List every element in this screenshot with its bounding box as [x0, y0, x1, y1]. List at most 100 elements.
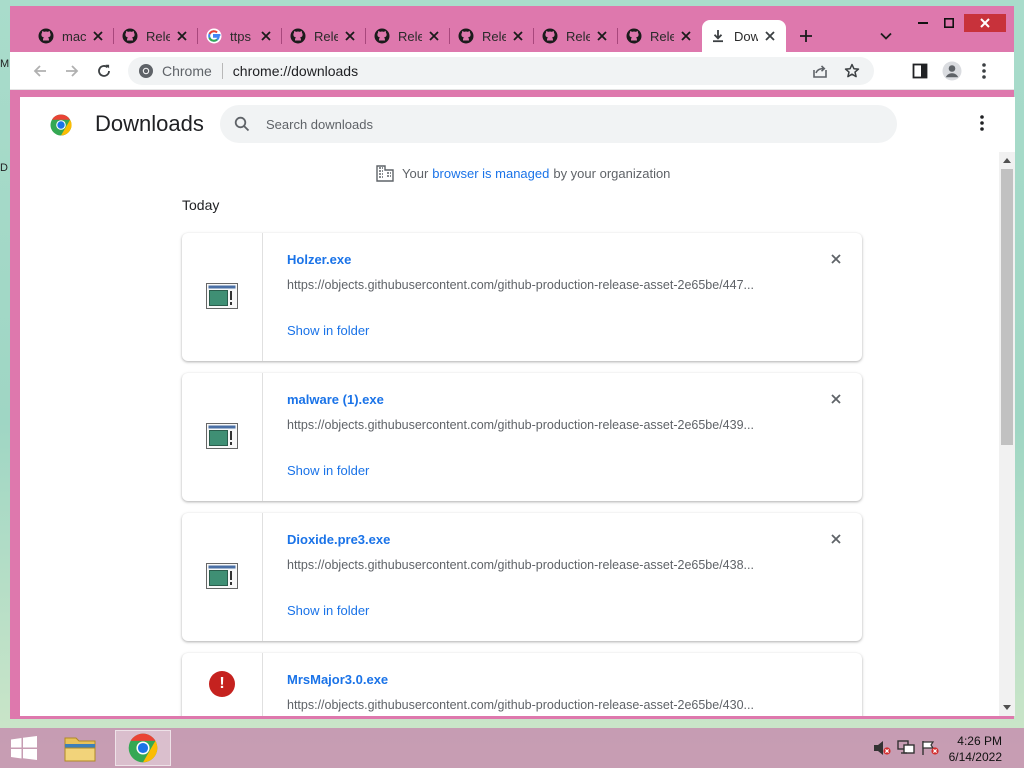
bookmark-star-button[interactable]	[842, 61, 862, 81]
omnibox[interactable]: Chrome chrome://downloads	[128, 57, 874, 85]
tab[interactable]: Rele	[618, 20, 702, 52]
share-icon	[813, 65, 827, 78]
windows-start-icon[interactable]	[10, 736, 38, 760]
windows-taskbar: 4:26 PM 6/14/2022	[0, 728, 1024, 768]
remove-from-list-button[interactable]	[828, 251, 844, 267]
close-icon[interactable]	[762, 28, 778, 44]
tab-search-button[interactable]	[876, 26, 896, 46]
share-button[interactable]	[810, 61, 830, 81]
executable-file-icon	[206, 283, 238, 309]
tab-label: Rele	[566, 28, 590, 44]
tab-label: Rele	[314, 28, 338, 44]
close-icon[interactable]	[510, 28, 526, 44]
tab[interactable]: Rele	[450, 20, 534, 52]
tab[interactable]: Rele	[534, 20, 618, 52]
forward-button[interactable]	[62, 61, 82, 81]
close-icon	[980, 18, 990, 28]
file-url[interactable]: https://objects.githubusercontent.com/gi…	[287, 278, 787, 292]
show-in-folder-link[interactable]: Show in folder	[287, 323, 369, 338]
reload-button[interactable]	[94, 61, 114, 81]
scroll-up-arrow-icon[interactable]	[1003, 158, 1011, 163]
tab-downloads-active[interactable]: Dow	[702, 20, 786, 52]
file-name-link[interactable]: Dioxide.pre3.exe	[287, 532, 390, 547]
file-url[interactable]: https://objects.githubusercontent.com/gi…	[287, 418, 787, 432]
chrome-menu-button[interactable]	[974, 61, 994, 81]
download-item: Holzer.exe https://objects.githubusercon…	[182, 233, 862, 361]
tab-label: ttps	[230, 28, 251, 44]
file-url[interactable]: https://objects.githubusercontent.com/gi…	[287, 698, 787, 712]
file-name-link[interactable]: Holzer.exe	[287, 252, 351, 267]
profile-button[interactable]	[942, 61, 962, 81]
address-text[interactable]: chrome://downloads	[233, 63, 358, 79]
managed-suffix: by your organization	[553, 165, 671, 181]
tab-label: Rele	[398, 28, 422, 44]
maximize-icon	[944, 18, 954, 28]
site-info-chip[interactable]: Chrome	[128, 63, 212, 79]
file-explorer-taskbar-button[interactable]	[52, 730, 108, 766]
tab[interactable]: Rele	[366, 20, 450, 52]
tab[interactable]: Rele	[114, 20, 198, 52]
downloads-menu-button[interactable]	[972, 113, 992, 133]
page-scrollbar[interactable]	[999, 152, 1015, 716]
file-url[interactable]: https://objects.githubusercontent.com/gi…	[287, 558, 787, 572]
download-item: Dioxide.pre3.exe https://objects.githubu…	[182, 513, 862, 641]
scrollbar-thumb[interactable]	[1001, 169, 1013, 445]
plus-icon	[800, 30, 812, 42]
close-icon[interactable]	[174, 28, 190, 44]
minimize-icon	[918, 22, 928, 24]
file-icon-column: !	[182, 653, 263, 716]
remove-from-list-button[interactable]	[828, 391, 844, 407]
star-icon	[844, 63, 860, 78]
new-tab-button[interactable]	[796, 26, 816, 46]
remove-from-list-button[interactable]	[828, 531, 844, 547]
close-icon[interactable]	[342, 28, 358, 44]
close-icon[interactable]	[258, 28, 274, 44]
action-center-flag-icon[interactable]	[920, 738, 940, 758]
site-label: Chrome	[162, 63, 212, 79]
folder-icon	[64, 737, 96, 762]
chrome-taskbar-button[interactable]	[115, 730, 171, 766]
tab-label: Rele	[482, 28, 506, 44]
close-icon[interactable]	[90, 28, 106, 44]
file-icon-column	[182, 233, 263, 361]
side-panel-icon	[912, 63, 928, 79]
volume-muted-tray-icon[interactable]	[872, 738, 892, 758]
file-name-link[interactable]: MrsMajor3.0.exe	[287, 672, 388, 687]
omnibox-actions	[810, 61, 874, 81]
arrow-left-icon	[33, 65, 46, 77]
desktop-edge-labels: M D	[0, 58, 10, 266]
tab[interactable]: Rele	[282, 20, 366, 52]
tab-label: Rele	[146, 28, 170, 44]
close-window-button[interactable]	[964, 14, 1006, 32]
tab-strip: mac Rele ttps Rele Rele Rele Rele Rele D…	[10, 6, 1014, 52]
tab-label: Rele	[650, 28, 674, 44]
back-button[interactable]	[30, 61, 50, 81]
section-date-header: Today	[182, 197, 220, 213]
tab[interactable]: mac	[30, 20, 114, 52]
scroll-down-arrow-icon[interactable]	[1003, 705, 1011, 710]
building-icon	[376, 165, 394, 182]
reload-icon	[98, 64, 110, 77]
network-tray-icon[interactable]	[896, 738, 916, 758]
show-in-folder-link[interactable]: Show in folder	[287, 463, 369, 478]
chrome-icon	[139, 64, 153, 78]
browser-toolbar: Chrome chrome://downloads	[10, 52, 1014, 90]
close-icon[interactable]	[594, 28, 610, 44]
show-in-folder-link[interactable]: Show in folder	[287, 603, 369, 618]
file-name-link[interactable]: malware (1).exe	[287, 392, 384, 407]
taskbar-clock[interactable]: 4:26 PM 6/14/2022	[949, 733, 1002, 765]
close-icon[interactable]	[678, 28, 694, 44]
search-downloads-box[interactable]	[220, 105, 897, 143]
desktop-edge-label: M	[0, 58, 10, 70]
managed-link[interactable]: browser is managed	[432, 166, 549, 181]
tab-label: Dow	[734, 28, 758, 44]
google-icon	[206, 28, 222, 44]
downloads-page: Downloads Your browser is managed by you…	[20, 97, 1015, 716]
tab[interactable]: ttps	[198, 20, 282, 52]
maximize-button[interactable]	[934, 14, 964, 32]
managed-notice: Your browser is managed by your organiza…	[376, 164, 670, 182]
side-panel-button[interactable]	[910, 61, 930, 81]
close-icon[interactable]	[426, 28, 442, 44]
search-downloads-input[interactable]	[264, 115, 868, 133]
close-icon	[831, 394, 841, 404]
